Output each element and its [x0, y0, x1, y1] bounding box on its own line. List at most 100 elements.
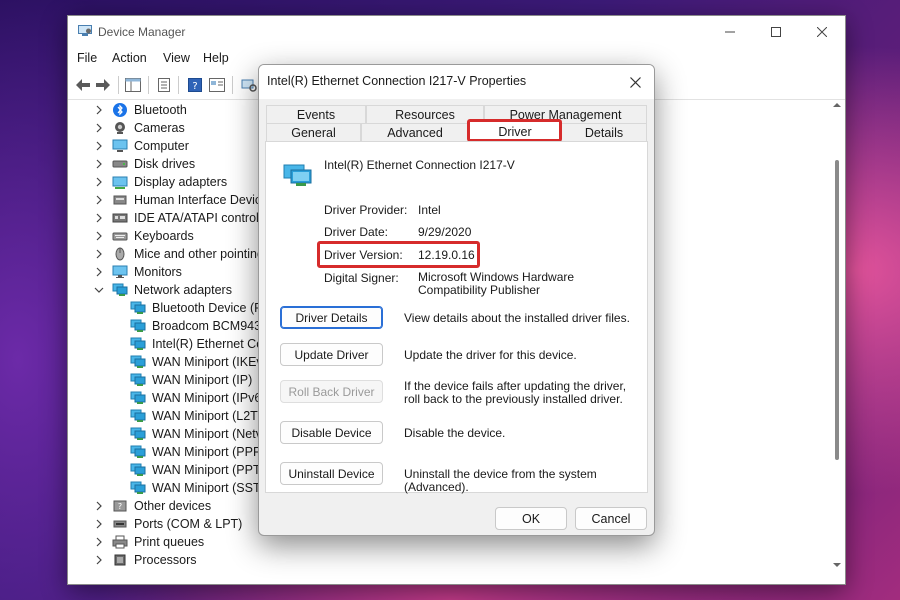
properties-button[interactable]: [155, 76, 173, 94]
chevron-right-icon[interactable]: [94, 195, 104, 205]
tree-item-label: Mice and other pointing: [134, 247, 264, 261]
chevron-right-icon[interactable]: [94, 213, 104, 223]
scrollbar-thumb[interactable]: [835, 160, 839, 460]
printer-icon: [112, 534, 128, 550]
disable-device-button[interactable]: Disable Device: [280, 421, 383, 444]
tree-category-item[interactable]: Human Interface Device: [94, 191, 268, 209]
vertical-scrollbar[interactable]: [832, 100, 842, 570]
tab-driver[interactable]: Driver: [469, 121, 561, 142]
uninstall-device-button[interactable]: Uninstall Device: [280, 462, 383, 485]
update-driver-button[interactable]: Update Driver: [280, 343, 383, 366]
tree-child-item[interactable]: WAN Miniport (L2TP: [130, 407, 266, 425]
network-adapter-icon: [130, 408, 146, 424]
chevron-right-icon[interactable]: [94, 141, 104, 151]
tree-child-item[interactable]: Bluetooth Device (Pe: [130, 299, 269, 317]
tree-category-item[interactable]: Keyboards: [94, 227, 194, 245]
scan-hardware-icon: [241, 79, 257, 92]
forward-arrow-icon: [96, 79, 110, 91]
show-hide-tree-button[interactable]: [124, 76, 142, 94]
network-adapter-icon: [130, 354, 146, 370]
tree-item-label: WAN Miniport (IPv6: [152, 391, 262, 405]
ok-button[interactable]: OK: [495, 507, 567, 530]
roll-back-driver-button[interactable]: Roll Back Driver: [280, 380, 383, 403]
network-adapter-icon: [130, 372, 146, 388]
tree-category-item[interactable]: Bluetooth: [94, 101, 187, 119]
menu-help[interactable]: Help: [203, 51, 229, 65]
tree-category-item[interactable]: Display adapters: [94, 173, 227, 191]
help-icon: ?: [188, 78, 202, 92]
tree-item-label: Keyboards: [134, 229, 194, 243]
driver-date-value: 9/29/2020: [418, 225, 472, 239]
tree-category-item[interactable]: Ports (COM & LPT): [94, 515, 242, 533]
tree-category-item[interactable]: Computer: [94, 137, 189, 155]
scroll-up-arrow-icon[interactable]: [832, 100, 842, 110]
network-adapter-icon: [130, 426, 146, 442]
tree-child-item[interactable]: Broadcom BCM9432: [130, 317, 268, 335]
scan-hardware-button[interactable]: [240, 76, 258, 94]
tree-category-item[interactable]: IDE ATA/ATAPI controlle: [94, 209, 269, 227]
tab-details[interactable]: Details: [561, 123, 647, 141]
network-adapter-icon: [130, 480, 146, 496]
tree-item-label: IDE ATA/ATAPI controlle: [134, 211, 269, 225]
chevron-right-icon[interactable]: [94, 105, 104, 115]
tab-advanced[interactable]: Advanced: [361, 123, 469, 141]
tree-child-item[interactable]: WAN Miniport (SSTP: [130, 479, 269, 497]
menu-file[interactable]: File: [77, 51, 97, 65]
maximize-button[interactable]: [753, 16, 799, 48]
tree-category-item[interactable]: Processors: [94, 551, 197, 569]
tree-child-item[interactable]: WAN Miniport (IP): [130, 371, 252, 389]
chevron-right-icon[interactable]: [94, 555, 104, 565]
tab-events[interactable]: Events: [266, 105, 366, 123]
tree-child-item[interactable]: WAN Miniport (IPv6: [130, 389, 261, 407]
chevron-right-icon[interactable]: [94, 267, 104, 277]
tree-category-item[interactable]: Cameras: [94, 119, 185, 137]
chevron-right-icon[interactable]: [94, 159, 104, 169]
tree-child-item[interactable]: Intel(R) Ethernet Con: [130, 335, 270, 353]
close-icon: [629, 76, 641, 88]
tree-item-label: Human Interface Device: [134, 193, 269, 207]
chevron-right-icon[interactable]: [94, 249, 104, 259]
close-button[interactable]: [799, 16, 845, 48]
view-button[interactable]: [208, 76, 226, 94]
tab-general[interactable]: General: [266, 123, 361, 141]
scroll-down-arrow-icon[interactable]: [832, 560, 842, 570]
back-button[interactable]: [74, 76, 92, 94]
dialog-title: Intel(R) Ethernet Connection I217-V Prop…: [267, 74, 527, 88]
tree-category-item[interactable]: ? Other devices: [94, 497, 211, 515]
network-adapter-icon: [112, 282, 128, 298]
tree-item-label: WAN Miniport (PPTF: [152, 463, 269, 477]
menu-action[interactable]: Action: [112, 51, 147, 65]
tree-child-item[interactable]: WAN Miniport (Netv: [130, 425, 262, 443]
dialog-close-button[interactable]: [622, 69, 648, 95]
chevron-right-icon[interactable]: [94, 231, 104, 241]
cancel-button[interactable]: Cancel: [575, 507, 647, 530]
minimize-button[interactable]: [707, 16, 753, 48]
tree-item-label: Network adapters: [134, 283, 232, 297]
chevron-right-icon[interactable]: [94, 501, 104, 511]
tree-category-item[interactable]: Print queues: [94, 533, 204, 551]
tree-child-item[interactable]: WAN Miniport (PPP(: [130, 443, 265, 461]
tree-child-item[interactable]: WAN Miniport (IKEv: [130, 353, 263, 371]
chevron-down-icon[interactable]: [94, 285, 104, 295]
minimize-icon: [725, 31, 735, 33]
toolbar-separator: [178, 76, 179, 94]
tree-category-item[interactable]: Monitors: [94, 263, 182, 281]
chevron-right-icon[interactable]: [94, 519, 104, 529]
tree-category-item[interactable]: Disk drives: [94, 155, 195, 173]
properties-icon: [158, 78, 170, 92]
tree-category-item[interactable]: Network adapters: [94, 281, 232, 299]
tree-item-label: Computer: [134, 139, 189, 153]
chevron-right-icon[interactable]: [94, 537, 104, 547]
tree-category-item[interactable]: Mice and other pointing: [94, 245, 264, 263]
driver-details-button[interactable]: Driver Details: [280, 306, 383, 329]
help-button[interactable]: ?: [186, 76, 204, 94]
chevron-right-icon[interactable]: [94, 123, 104, 133]
network-adapter-icon: [130, 444, 146, 460]
tab-resources[interactable]: Resources: [366, 105, 484, 123]
forward-button[interactable]: [94, 76, 112, 94]
uninstall-device-description: Uninstall the device from the system (Ad…: [404, 467, 597, 494]
bluetooth-icon: [112, 102, 128, 118]
tree-child-item[interactable]: WAN Miniport (PPTF: [130, 461, 268, 479]
chevron-right-icon[interactable]: [94, 177, 104, 187]
menu-view[interactable]: View: [163, 51, 190, 65]
